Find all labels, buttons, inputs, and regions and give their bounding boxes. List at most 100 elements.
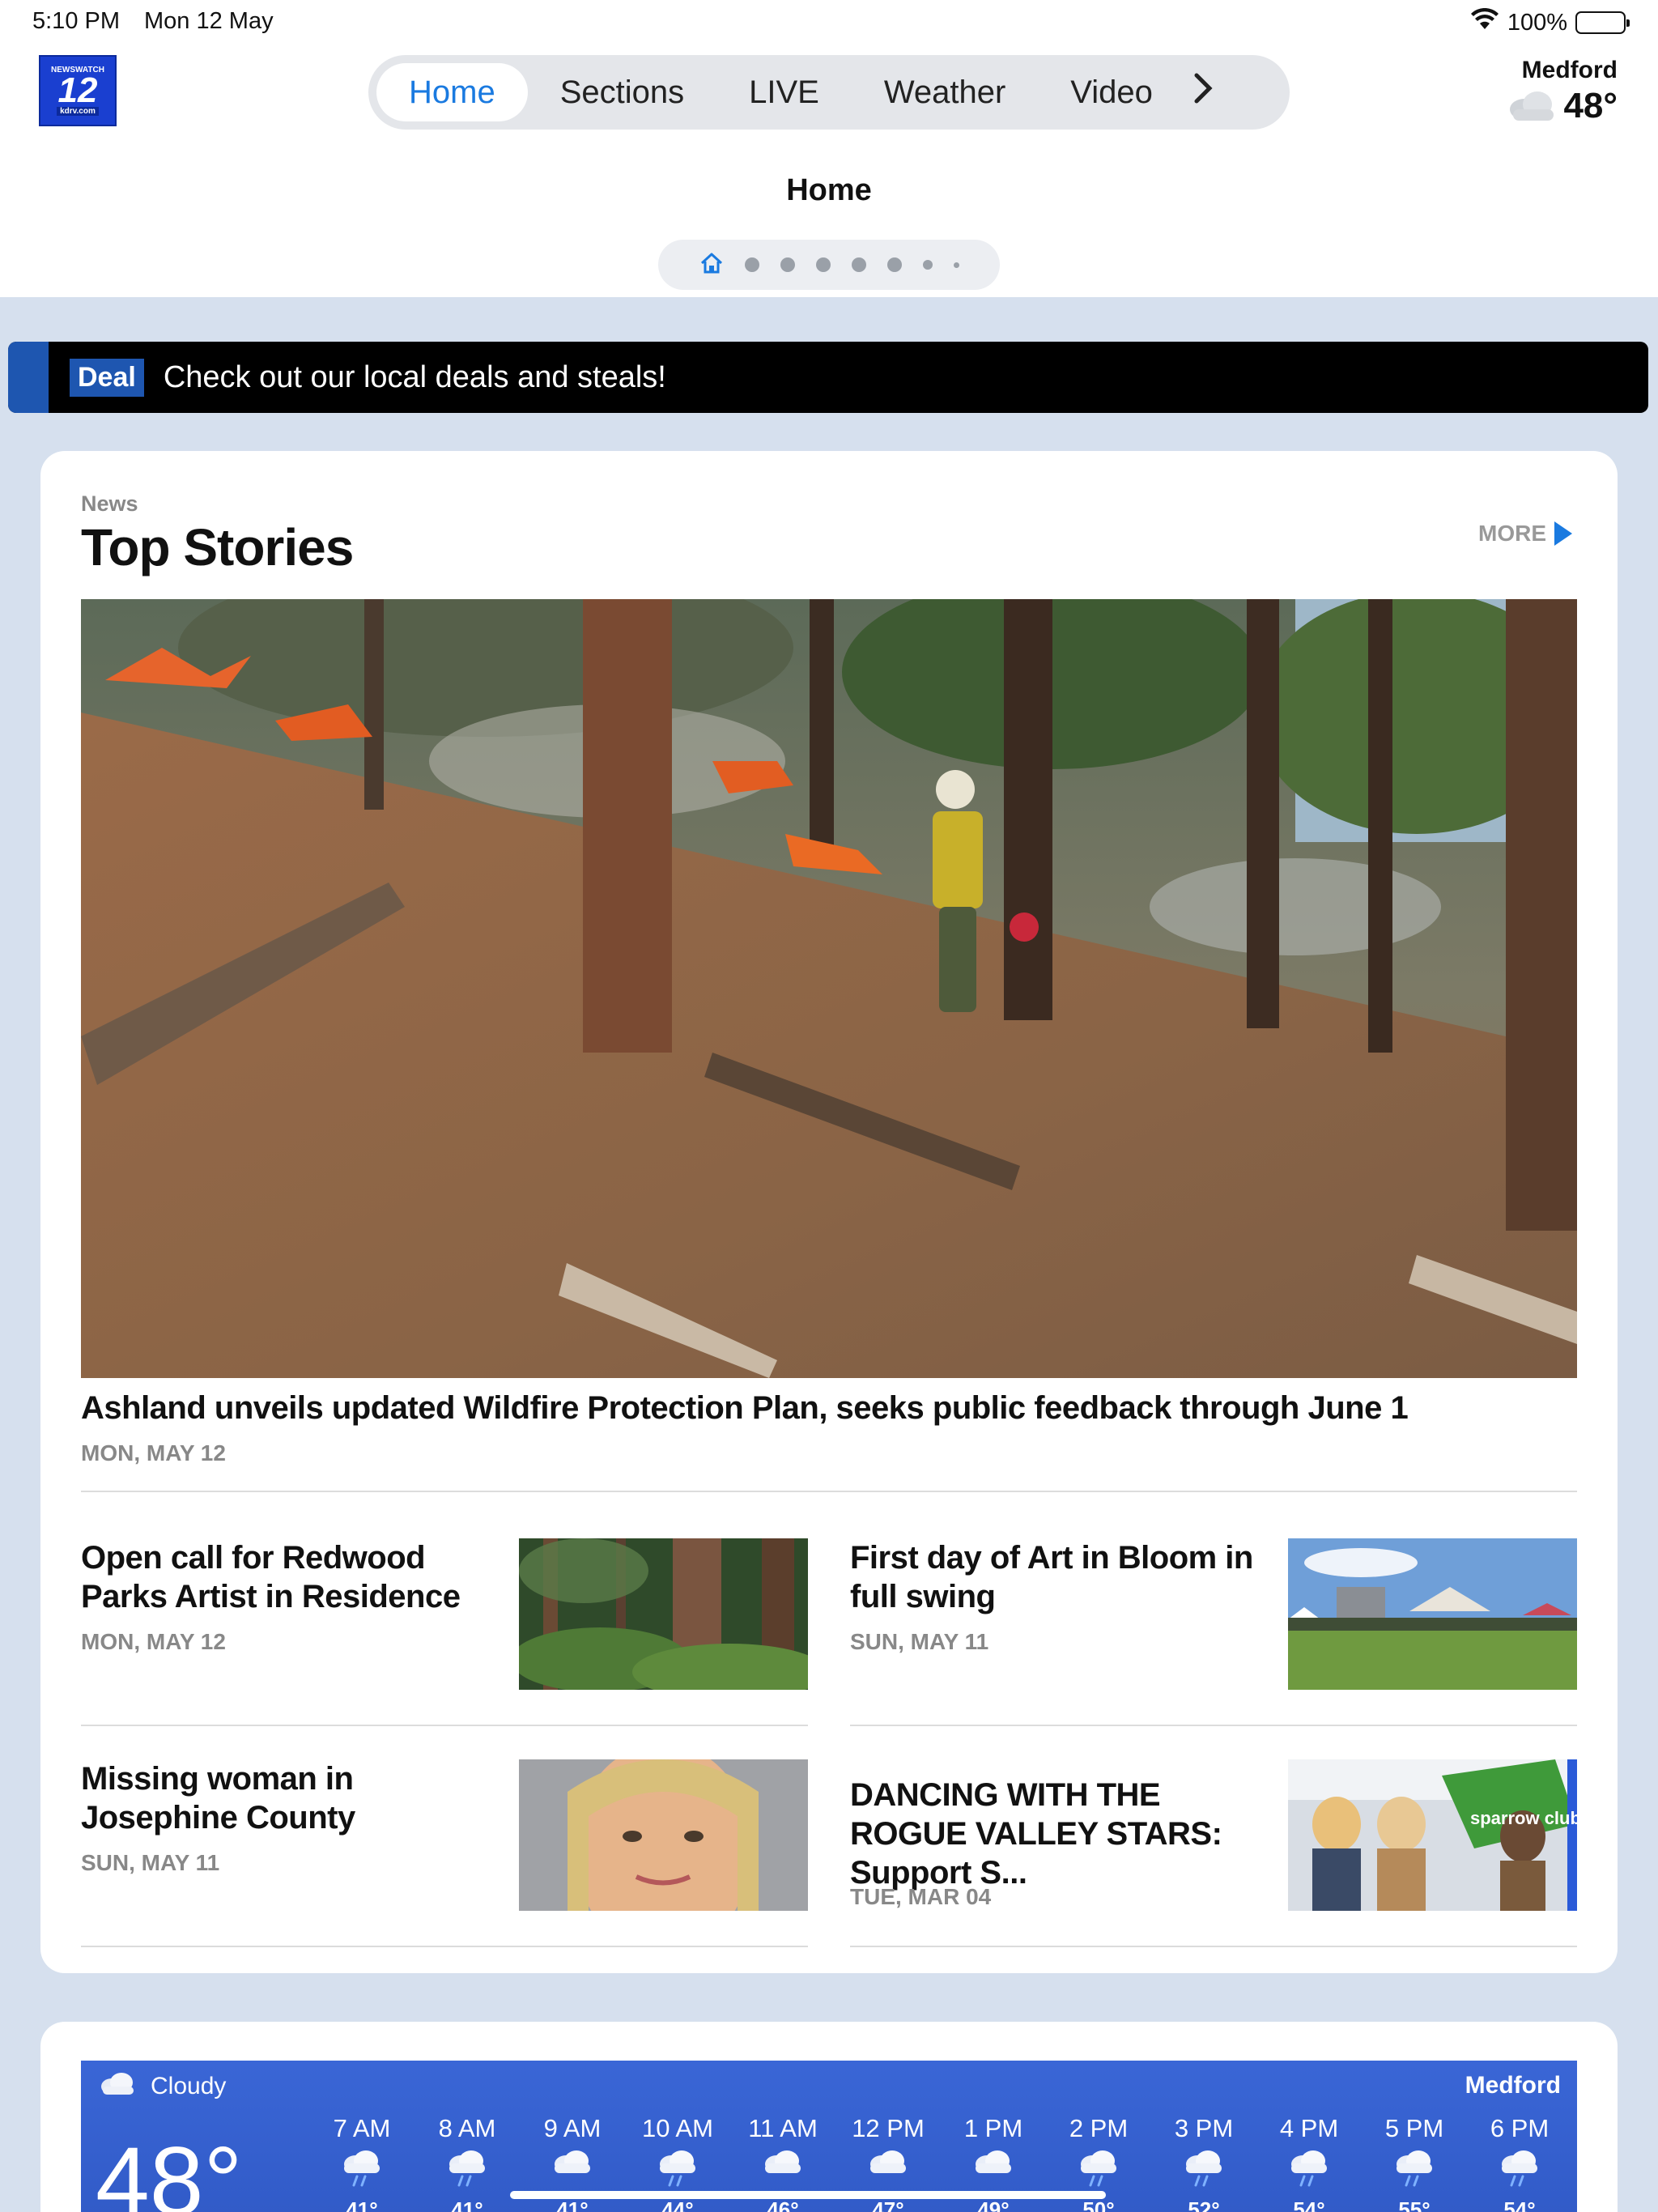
- hour-temp: 52°: [1188, 2197, 1220, 2212]
- top-header-area: 5:10 PM Mon 12 May 100% NEWSWATCH 12 kdr…: [0, 0, 1658, 297]
- hour-forecast-item: 5 PM 55°: [1362, 2114, 1467, 2212]
- hour-time: 6 PM: [1490, 2114, 1550, 2142]
- weather-card: Cloudy Medford 48° 7 AM 41° 8 AM 41° 9 AM 41°…: [40, 2022, 1618, 2212]
- story-date: SUN, MAY 11: [81, 1850, 220, 1875]
- nav-live[interactable]: LIVE: [716, 63, 852, 121]
- hero-date: MON, MAY 12: [81, 1440, 226, 1465]
- rain-icon: [1076, 2150, 1121, 2193]
- top-stories-card: News Top Stories MORE Ashland unveils up…: [40, 451, 1618, 1973]
- story-item[interactable]: Missing woman in Josephine County SUN, M…: [81, 1759, 808, 1947]
- rain-icon: [1286, 2150, 1332, 2193]
- page-indicator[interactable]: [658, 240, 1000, 290]
- page-dot[interactable]: [851, 257, 866, 272]
- chevron-right-icon[interactable]: [1192, 72, 1216, 113]
- cloud-icon: [1507, 87, 1558, 126]
- hour-time: 4 PM: [1279, 2114, 1339, 2142]
- thumb-caption: sparrow clubs: [1470, 1808, 1577, 1828]
- story-item[interactable]: DANCING WITH THE ROGUE VALLEY STARS: Sup…: [850, 1759, 1577, 1947]
- hour-time: 5 PM: [1384, 2114, 1444, 2142]
- hour-time: 7 AM: [333, 2114, 391, 2142]
- story-thumbnail[interactable]: [519, 1759, 808, 1911]
- hour-time: 11 AM: [748, 2114, 818, 2142]
- hour-time: 12 PM: [852, 2114, 925, 2142]
- more-label: MORE: [1478, 521, 1546, 546]
- story-headline[interactable]: Open call for Redwood Parks Artist in Re…: [81, 1538, 486, 1616]
- section-title: Top Stories: [81, 518, 354, 576]
- hour-temp: 54°: [1503, 2197, 1536, 2212]
- play-arrow-icon: [1554, 521, 1572, 546]
- hour-forecast-item: 8 AM 41°: [414, 2114, 520, 2212]
- nav-sections[interactable]: Sections: [528, 63, 716, 121]
- home-icon[interactable]: [699, 252, 724, 279]
- story-date: TUE, MAR 04: [850, 1884, 992, 1909]
- status-time: 5:10 PM: [32, 8, 120, 34]
- wifi-icon: [1470, 7, 1499, 37]
- divider: [850, 1946, 1577, 1947]
- hour-time: 9 AM: [543, 2114, 602, 2142]
- status-date: Mon 12 May: [144, 8, 274, 34]
- header-weather-temp: 48°: [1563, 86, 1618, 125]
- page-dot[interactable]: [953, 262, 959, 268]
- weather-panel[interactable]: Cloudy Medford 48° 7 AM 41° 8 AM 41° 9 AM 41°…: [81, 2061, 1577, 2212]
- page-dot[interactable]: [744, 257, 759, 272]
- rain-icon: [339, 2150, 385, 2193]
- hour-time: 2 PM: [1069, 2114, 1129, 2142]
- deal-banner[interactable]: Deal Check out our local deals and steal…: [8, 342, 1648, 413]
- deal-tag: Deal: [70, 358, 144, 397]
- divider: [81, 1725, 808, 1726]
- rain-icon: [655, 2150, 700, 2193]
- story-date: MON, MAY 12: [81, 1629, 226, 1654]
- cloud-icon: [550, 2150, 595, 2193]
- nav-weather[interactable]: Weather: [852, 63, 1038, 121]
- divider: [81, 1946, 808, 1947]
- top-nav: Home Sections LIVE Weather Video: [368, 55, 1290, 130]
- page-title: Home: [786, 173, 872, 207]
- story-headline[interactable]: Missing woman in Josephine County: [81, 1759, 486, 1837]
- story-thumbnail[interactable]: [519, 1538, 808, 1690]
- page-dot[interactable]: [922, 260, 933, 270]
- hour-time: 10 AM: [642, 2114, 713, 2142]
- section-kicker: News: [81, 491, 138, 516]
- story-headline[interactable]: DANCING WITH THE ROGUE VALLEY STARS: Sup…: [850, 1776, 1255, 1892]
- hour-time: 1 PM: [963, 2114, 1023, 2142]
- hour-temp: 49°: [977, 2197, 1010, 2212]
- station-logo[interactable]: NEWSWATCH 12 kdrv.com: [39, 55, 117, 126]
- hour-temp: 41°: [451, 2197, 483, 2212]
- page-dot[interactable]: [815, 257, 831, 272]
- hour-temp: 41°: [346, 2197, 378, 2212]
- more-link[interactable]: MORE: [1478, 521, 1572, 547]
- hour-forecast-item: 7 AM 41°: [309, 2114, 414, 2212]
- rain-icon: [1181, 2150, 1226, 2193]
- hour-temp: 46°: [767, 2197, 799, 2212]
- page-dot[interactable]: [780, 257, 795, 272]
- weather-condition-label: Cloudy: [151, 2073, 227, 2099]
- hour-temp: 50°: [1082, 2197, 1115, 2212]
- rain-icon: [444, 2150, 490, 2193]
- hero-headline[interactable]: Ashland unveils updated Wildfire Protect…: [81, 1390, 1577, 1427]
- story-thumbnail[interactable]: [1288, 1538, 1577, 1690]
- hero-image[interactable]: [81, 599, 1577, 1378]
- cloud-icon: [865, 2150, 911, 2193]
- header-weather-city: Medford: [1521, 57, 1618, 83]
- page-dot[interactable]: [886, 257, 902, 272]
- rain-icon: [1392, 2150, 1437, 2193]
- logo-line2: 12: [57, 70, 98, 110]
- nav-video[interactable]: Video: [1038, 63, 1185, 121]
- deal-text: Check out our local deals and steals!: [163, 359, 666, 394]
- battery-icon: [1575, 11, 1630, 34]
- story-headline[interactable]: First day of Art in Bloom in full swing: [850, 1538, 1255, 1616]
- story-item[interactable]: Open call for Redwood Parks Artist in Re…: [81, 1538, 808, 1726]
- hour-temp: 41°: [556, 2197, 589, 2212]
- cloud-icon: [99, 2070, 138, 2103]
- horizontal-scrollbar[interactable]: [510, 2191, 1106, 2199]
- hour-forecast-item: 3 PM 52°: [1151, 2114, 1256, 2212]
- divider: [850, 1725, 1577, 1726]
- hour-temp: 47°: [872, 2197, 904, 2212]
- battery-percent: 100%: [1507, 9, 1567, 36]
- story-thumbnail[interactable]: sparrow clubs: [1288, 1759, 1577, 1911]
- rain-icon: [1497, 2150, 1542, 2193]
- divider: [81, 1491, 1577, 1492]
- story-item[interactable]: First day of Art in Bloom in full swing …: [850, 1538, 1577, 1726]
- header-weather[interactable]: Medford 48°: [1507, 57, 1618, 126]
- nav-home[interactable]: Home: [376, 63, 528, 121]
